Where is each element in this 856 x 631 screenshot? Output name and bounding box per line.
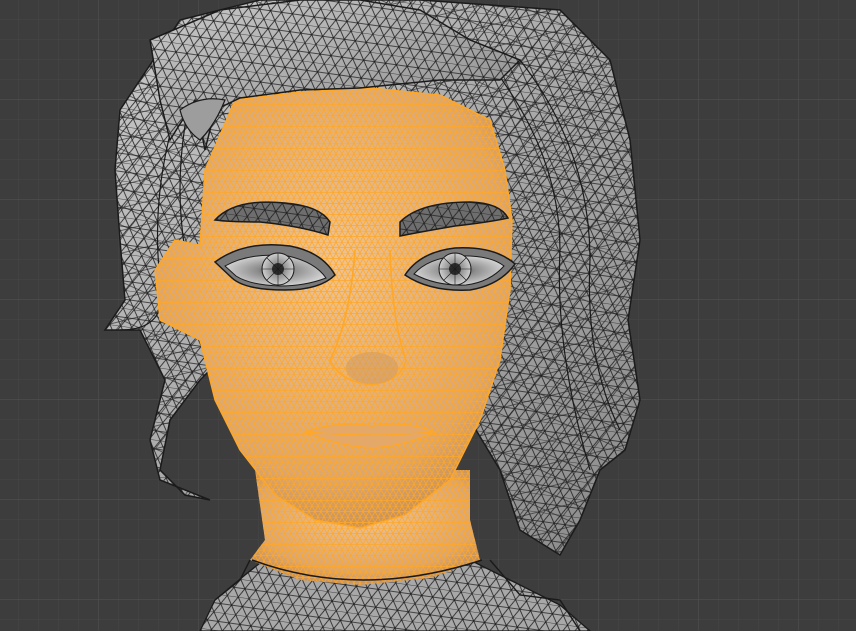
viewport-canvas[interactable] (0, 0, 856, 631)
3d-viewport[interactable] (0, 0, 856, 631)
